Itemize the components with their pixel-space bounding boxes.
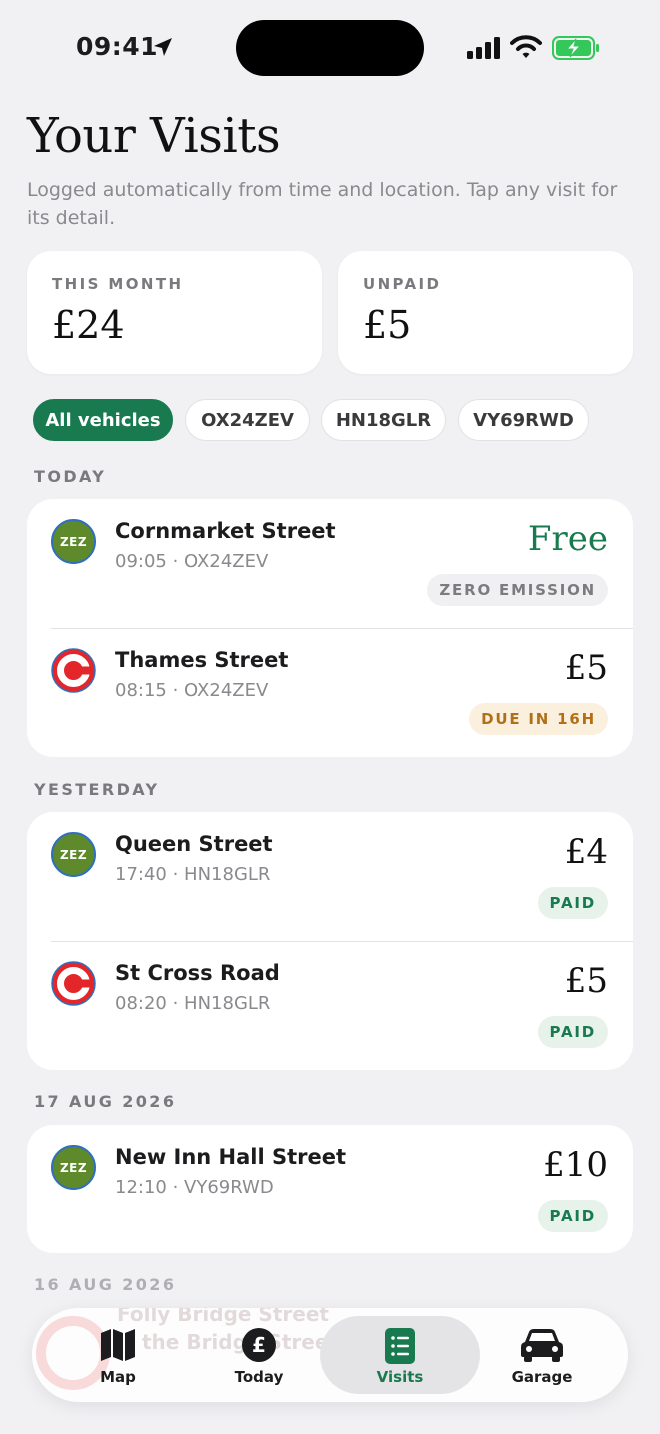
zez-badge-label: ZEZ — [51, 519, 96, 564]
wifi-icon — [510, 35, 542, 58]
tab-label: Visits — [376, 1368, 424, 1386]
status-badge: PAID — [537, 1200, 608, 1232]
tab-label: Map — [100, 1368, 136, 1386]
visit-street: Queen Street — [115, 832, 273, 856]
congestion-charge-icon — [51, 648, 96, 693]
visit-street: New Inn Hall Street — [115, 1145, 347, 1169]
filter-chip-hn18glr[interactable]: HN18GLR — [321, 399, 446, 441]
unpaid-label: UNPAID — [363, 275, 442, 293]
visit-meta: 09:05 · OX24ZEV — [115, 551, 269, 572]
status-badge: PAID — [537, 887, 608, 919]
status-bar: 09:41 — [0, 0, 660, 96]
visit-amount: £10 — [543, 1145, 608, 1185]
visit-row[interactable]: St Cross Road 08:20 · HN18GLR £5 PAID — [27, 941, 633, 1070]
tab-label: Today — [234, 1368, 284, 1386]
visit-row[interactable]: Thames Street 08:15 · OX24ZEV £5 DUE IN … — [27, 628, 633, 757]
filter-chip-all-vehicles[interactable]: All vehicles — [33, 399, 173, 441]
zez-icon: ZEZ — [51, 832, 96, 877]
section-label-16-aug: 16 AUG 2026 — [34, 1275, 177, 1294]
section-label-yesterday: YESTERDAY — [34, 780, 160, 799]
visit-meta: 17:40 · HN18GLR — [115, 864, 271, 885]
unpaid-card: UNPAID £5 — [338, 251, 633, 374]
visit-group-today: ZEZ Cornmarket Street 09:05 · OX24ZEV Fr… — [27, 499, 633, 757]
map-icon — [101, 1329, 135, 1361]
visit-amount: £4 — [564, 832, 608, 872]
tab-map[interactable]: Map — [48, 1316, 188, 1394]
visit-meta: 12:10 · VY69RWD — [115, 1177, 274, 1198]
status-badge: PAID — [537, 1016, 608, 1048]
visit-meta: 08:20 · HN18GLR — [115, 993, 271, 1014]
zez-icon: ZEZ — [51, 519, 96, 564]
status-badge: ZERO EMISSION — [427, 574, 608, 606]
svg-text:£: £ — [252, 1333, 266, 1357]
visit-row[interactable]: ZEZ Cornmarket Street 09:05 · OX24ZEV Fr… — [27, 499, 633, 628]
status-badge: DUE IN 16H — [469, 703, 608, 735]
page-subtitle: Logged automatically from time and locat… — [27, 179, 618, 229]
zez-badge-label: ZEZ — [51, 832, 96, 877]
dynamic-island — [236, 20, 424, 76]
location-arrow-icon — [154, 38, 172, 56]
visit-amount: £5 — [564, 648, 608, 688]
visit-group-yesterday: ZEZ Queen Street 17:40 · HN18GLR £4 PAID… — [27, 812, 633, 1070]
congestion-charge-icon — [51, 961, 96, 1006]
visit-amount: £5 — [564, 961, 608, 1001]
visit-meta: 08:15 · OX24ZEV — [115, 680, 269, 701]
section-label-17-aug: 17 AUG 2026 — [34, 1092, 177, 1111]
tab-label: Garage — [511, 1368, 573, 1386]
visit-row[interactable]: ZEZ Queen Street 17:40 · HN18GLR £4 PAID — [27, 812, 633, 941]
list-icon — [385, 1328, 415, 1364]
visit-street: Cornmarket Street — [115, 519, 336, 543]
visit-amount: Free — [527, 519, 608, 559]
unpaid-value: £5 — [363, 303, 412, 347]
zez-badge-label: ZEZ — [51, 1145, 96, 1190]
visit-group-17-aug: ZEZ New Inn Hall Street 12:10 · VY69RWD … — [27, 1125, 633, 1253]
pound-icon: £ — [242, 1328, 276, 1362]
visit-street: St Cross Road — [115, 961, 280, 985]
this-month-label: THIS MONTH — [52, 275, 184, 293]
cellular-signal-icon — [467, 37, 500, 59]
filter-chip-ox24zev[interactable]: OX24ZEV — [185, 399, 310, 441]
zez-icon: ZEZ — [51, 1145, 96, 1190]
tab-garage[interactable]: Garage — [472, 1316, 612, 1394]
visit-street: Thames Street — [115, 648, 289, 672]
page-title: Your Visits — [27, 108, 281, 164]
tab-visits[interactable]: Visits — [320, 1316, 480, 1394]
visit-row[interactable]: ZEZ New Inn Hall Street 12:10 · VY69RWD … — [27, 1125, 633, 1253]
tab-today[interactable]: £ Today — [189, 1316, 329, 1394]
this-month-card: THIS MONTH £24 — [27, 251, 322, 374]
tab-bar: Folly Bridge Street the Bridge Street Ma… — [32, 1308, 628, 1402]
filter-chip-vy69rwd[interactable]: VY69RWD — [458, 399, 589, 441]
section-label-today: TODAY — [34, 467, 107, 486]
this-month-value: £24 — [52, 303, 125, 347]
battery-charging-icon — [552, 36, 599, 60]
car-icon — [521, 1329, 563, 1362]
status-time: 09:41 — [76, 32, 159, 61]
